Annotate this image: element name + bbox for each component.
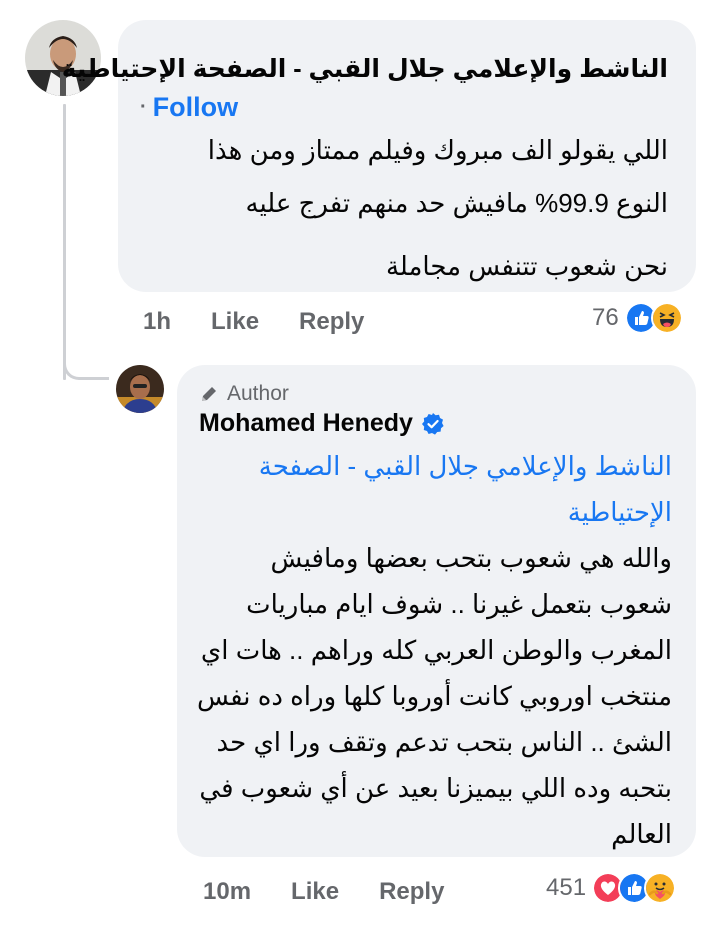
reaction-count: 76 <box>592 304 619 331</box>
separator-dot: · <box>140 96 147 118</box>
follow-label[interactable]: Follow <box>153 92 238 123</box>
reply-actions: 10m Like Reply <box>203 878 484 906</box>
reaction-count: 451 <box>546 874 587 901</box>
comment-reactions[interactable]: 76 <box>592 302 683 334</box>
thread-reply-connector <box>63 330 109 380</box>
comment-text-line: نحن شعوب تتنفس مجاملة <box>385 251 668 281</box>
mention-link[interactable]: الناشط والإعلامي جلال القبي - الصفحة الإ… <box>202 443 672 535</box>
follow-button[interactable]: · Follow <box>140 92 238 123</box>
like-button[interactable]: Like <box>291 878 339 906</box>
comment-time[interactable]: 1h <box>143 308 171 336</box>
comment-text: اللي يقولو الف مبروك وفيلم ممتاز ومن هذا… <box>128 124 668 293</box>
comment-thread: الناشط والإعلامي جلال القبي - الصفحة الإ… <box>0 0 720 935</box>
reply-bubble: Author Mohamed Henedy الناشط والإعلامي ج… <box>177 365 696 857</box>
comment-author-name[interactable]: الناشط والإعلامي جلال القبي - الصفحة الإ… <box>62 54 668 84</box>
comment-actions: 1h Like Reply <box>143 308 404 336</box>
reply-author: Mohamed Henedy <box>199 409 445 438</box>
reply-text: والله هي شعوب بتحب بعضها ومافيش شعوب بتع… <box>197 543 672 849</box>
author-badge: Author <box>199 382 289 406</box>
author-badge-label: Author <box>227 382 289 405</box>
comment-bubble: الناشط والإعلامي جلال القبي - الصفحة الإ… <box>62 20 696 293</box>
care-icon <box>644 872 677 904</box>
comment-text-line: اللي يقولو الف مبروك وفيلم ممتاز ومن هذا <box>207 135 668 165</box>
reply-button[interactable]: Reply <box>299 308 364 336</box>
reply-button[interactable]: Reply <box>379 878 444 906</box>
reply-reactions[interactable]: 451 <box>546 872 677 904</box>
comment-text-line: النوع 99.9% مافيش حد منهم تفرج عليه <box>245 188 669 218</box>
pencil-icon <box>202 387 216 401</box>
verified-badge-icon <box>421 412 444 435</box>
reply-author-name[interactable]: Mohamed Henedy <box>199 409 413 438</box>
like-button[interactable]: Like <box>211 308 259 336</box>
author-avatar[interactable] <box>116 365 164 413</box>
haha-icon <box>650 302 683 334</box>
reply-time[interactable]: 10m <box>203 878 251 906</box>
